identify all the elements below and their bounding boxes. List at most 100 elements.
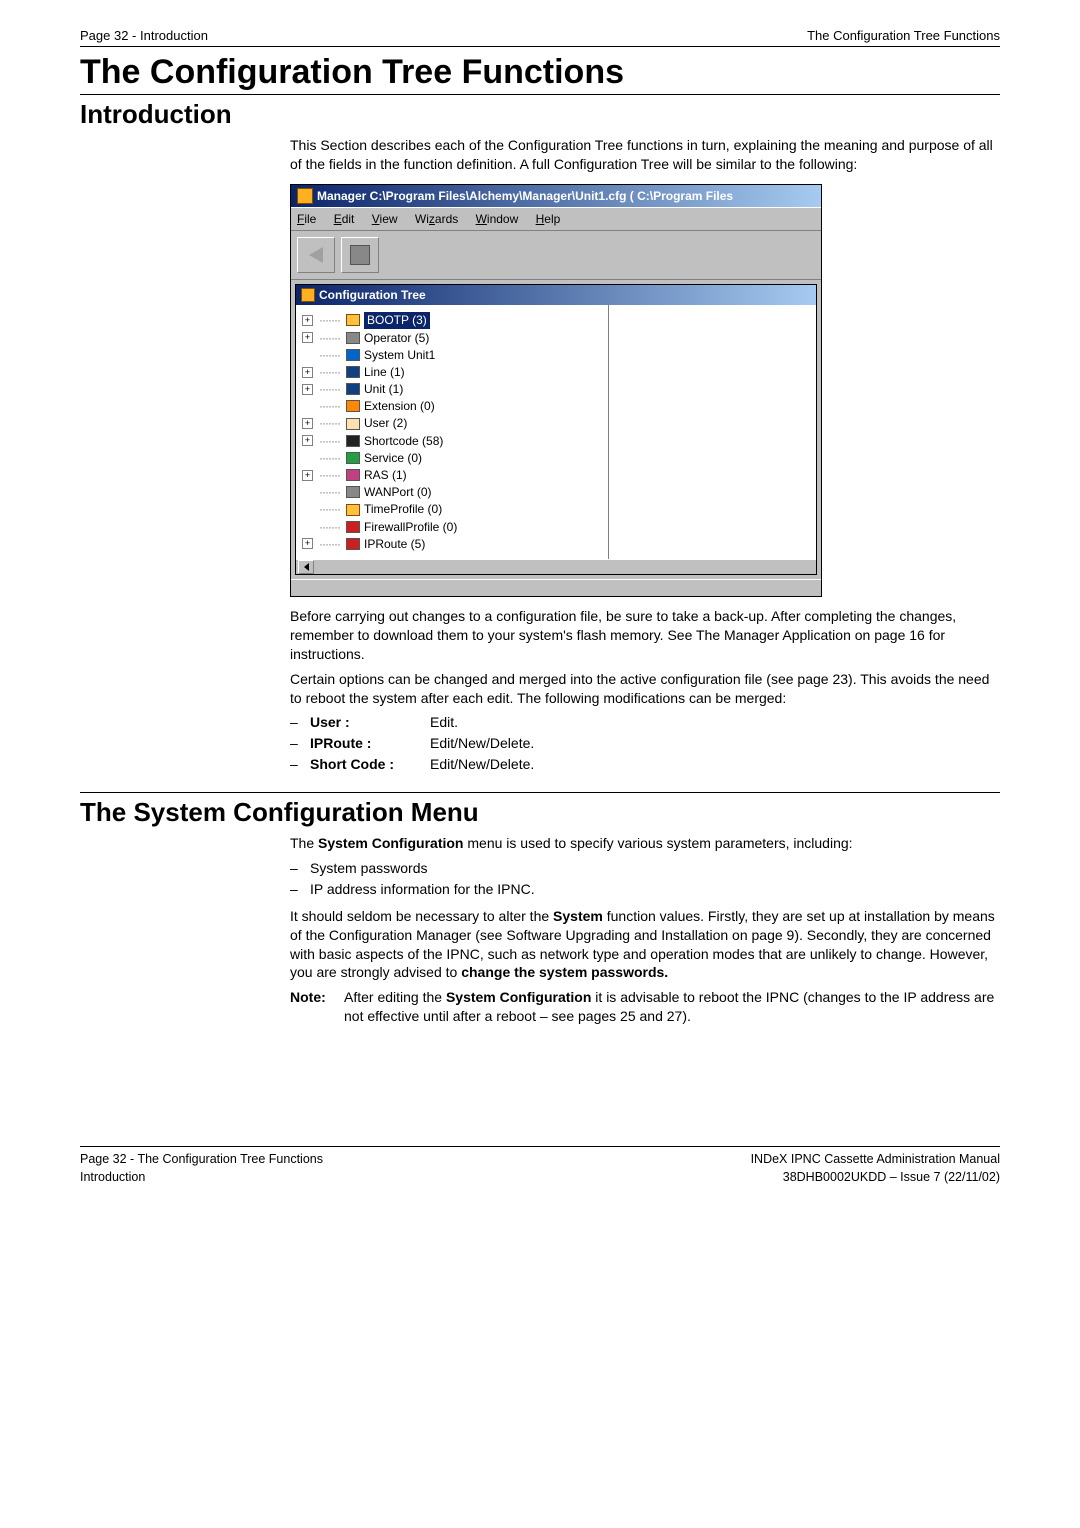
node-label[interactable]: BOOTP (3) (364, 312, 430, 328)
expand-icon[interactable]: + (302, 315, 313, 326)
bullet-text: System passwords (310, 859, 1000, 878)
expand-icon[interactable]: + (302, 418, 313, 429)
tree-connector: ······· (319, 519, 340, 535)
bullet-text: IP address information for the IPNC. (310, 880, 1000, 899)
text-bold: System Configuration (318, 835, 463, 851)
node-label[interactable]: Operator (5) (364, 330, 429, 346)
expand-icon[interactable]: + (302, 538, 313, 549)
tree-node[interactable]: + ······· User (2) (302, 415, 604, 431)
panel-icon (301, 288, 315, 302)
expand-icon (302, 349, 313, 360)
tree-connector: ······· (319, 484, 340, 500)
sysmenu-bullets: – System passwords – IP address informat… (290, 859, 1000, 899)
tree-node[interactable]: +·······Shortcode (58) (302, 433, 604, 449)
menu-help[interactable]: Help (536, 212, 561, 226)
toolbar-back-button[interactable] (297, 237, 335, 273)
node-icon (346, 314, 360, 326)
config-tree-panel: Configuration Tree +·······BOOTP (3)+···… (295, 284, 817, 575)
expand-icon[interactable]: + (302, 384, 313, 395)
scrollbar-bottom[interactable] (296, 559, 816, 574)
tree-connector: ······· (319, 330, 340, 346)
footer-right: INDeX IPNC Cassette Administration Manua… (751, 1151, 1000, 1186)
node-label[interactable]: RAS (1) (364, 467, 407, 483)
tree-node[interactable]: + ······· Operator (5) (302, 330, 604, 346)
list-item: – System passwords (290, 859, 1000, 878)
manager-window: Manager C:\Program Files\Alchemy\Manager… (290, 184, 822, 597)
node-icon (346, 435, 360, 447)
page-header: Page 32 - Introduction The Configuration… (80, 28, 1000, 47)
tree-node[interactable]: ·······Extension (0) (302, 398, 604, 414)
node-label[interactable]: TimeProfile (0) (364, 501, 442, 517)
tree-connector: ······· (319, 467, 340, 483)
tree-node[interactable]: + ······· RAS (1) (302, 467, 604, 483)
expand-icon (302, 452, 313, 463)
tree-node[interactable]: + ······· Unit (1) (302, 381, 604, 397)
expand-icon (302, 487, 313, 498)
footer-left: Page 32 - The Configuration Tree Functio… (80, 1151, 323, 1186)
tree-node[interactable]: ······· Service (0) (302, 450, 604, 466)
dash-icon: – (290, 859, 310, 878)
list-item: – User : Edit. (290, 713, 1000, 732)
page-title: The Configuration Tree Functions (80, 53, 1000, 95)
list-item: – IP address information for the IPNC. (290, 880, 1000, 899)
node-label[interactable]: System Unit1 (364, 347, 435, 363)
expand-icon[interactable]: + (302, 367, 313, 378)
menu-wizards[interactable]: Wizards (415, 212, 458, 226)
node-label[interactable]: Extension (0) (364, 398, 435, 414)
expand-icon[interactable]: + (302, 435, 313, 446)
menu-window[interactable]: Window (476, 212, 519, 226)
dash-icon: – (290, 880, 310, 899)
tree-node[interactable]: ······· FirewallProfile (0) (302, 519, 604, 535)
tree-connector: ······· (319, 381, 340, 397)
node-icon (346, 383, 360, 395)
node-label[interactable]: WANPort (0) (364, 484, 432, 500)
window-titlebar: Manager C:\Program Files\Alchemy\Manager… (291, 185, 821, 207)
scroll-left-icon[interactable] (298, 560, 314, 574)
tree-node[interactable]: +·······BOOTP (3) (302, 312, 604, 328)
menu-view[interactable]: View (372, 212, 398, 226)
merge-list: – User : Edit. – IPRoute : Edit/New/Dele… (290, 713, 1000, 774)
note-text: After editing the System Configuration i… (344, 988, 1000, 1026)
panel-title-text: Configuration Tree (319, 287, 426, 303)
footer-left-1: Page 32 - The Configuration Tree Functio… (80, 1152, 323, 1166)
node-label[interactable]: IPRoute (5) (364, 536, 425, 552)
node-label[interactable]: Unit (1) (364, 381, 403, 397)
node-label[interactable]: Shortcode (58) (364, 433, 443, 449)
node-label[interactable]: FirewallProfile (0) (364, 519, 457, 535)
merge-text: Edit/New/Delete. (430, 755, 1000, 774)
tree-area: +·······BOOTP (3)+·······Operator (5)···… (296, 305, 816, 559)
text-bold: System Configuration (446, 989, 591, 1005)
tree-connector: ······· (319, 450, 340, 466)
node-label[interactable]: Line (1) (364, 364, 405, 380)
node-label[interactable]: Service (0) (364, 450, 422, 466)
menu-edit[interactable]: Edit (334, 212, 355, 226)
system-config-heading: The System Configuration Menu (80, 797, 1000, 828)
node-icon (346, 521, 360, 533)
list-item: – IPRoute : Edit/New/Delete. (290, 734, 1000, 753)
tree-node[interactable]: ······· WANPort (0) (302, 484, 604, 500)
tree-connector: ······· (319, 415, 340, 431)
tree-view[interactable]: +·······BOOTP (3)+·······Operator (5)···… (296, 305, 609, 559)
tree-node[interactable]: +·······Line (1) (302, 364, 604, 380)
merge-label: IPRoute : (310, 734, 430, 753)
node-icon (346, 332, 360, 344)
node-label[interactable]: User (2) (364, 415, 407, 431)
tree-node[interactable]: +·······IPRoute (5) (302, 536, 604, 552)
footer-right-2: 38DHB0002UKDD – Issue 7 (22/11/02) (783, 1170, 1000, 1184)
toolbar-save-button[interactable] (341, 237, 379, 273)
menu-file[interactable]: File (297, 212, 316, 226)
sysmenu-p1: The System Configuration menu is used to… (290, 834, 1000, 853)
dash-icon: – (290, 755, 310, 774)
tree-node[interactable]: ·······System Unit1 (302, 347, 604, 363)
page: Page 32 - Introduction The Configuration… (40, 0, 1040, 1226)
status-bar (291, 579, 821, 596)
menu-bar[interactable]: File Edit View Wizards Window Help (291, 207, 821, 231)
expand-icon[interactable]: + (302, 470, 313, 481)
merge-text: Edit. (430, 713, 1000, 732)
tree-node[interactable]: ·······TimeProfile (0) (302, 501, 604, 517)
text-frag: After editing the (344, 989, 446, 1005)
panel-titlebar: Configuration Tree (296, 285, 816, 305)
footer-left-2: Introduction (80, 1170, 145, 1184)
expand-icon[interactable]: + (302, 332, 313, 343)
toolbar (291, 231, 821, 280)
